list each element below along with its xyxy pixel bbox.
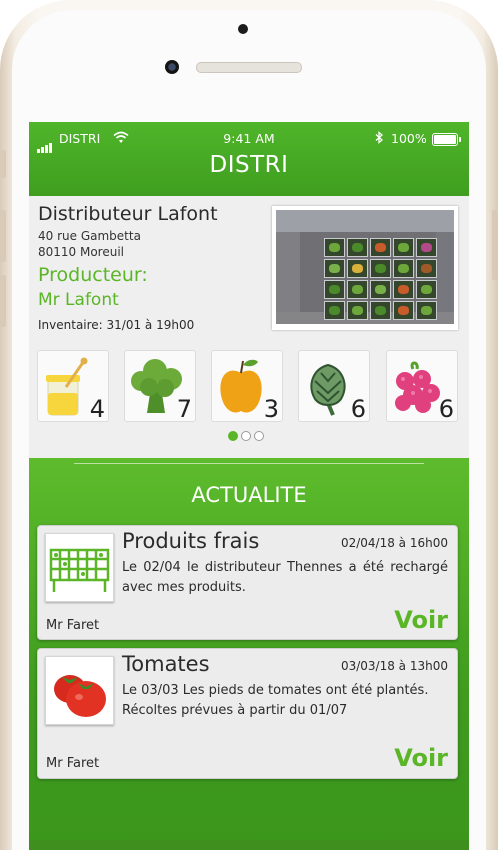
- card-text: Le 03/03 Les pieds de tomates ont été pl…: [122, 681, 448, 721]
- battery-icon: [432, 133, 461, 146]
- card-author: Mr Faret: [46, 756, 100, 771]
- distributor-name: Distributeur Lafont: [38, 203, 218, 225]
- news-section: ACTUALITE Produits frais 02/04/18 à 16h0…: [29, 458, 469, 850]
- raspberry-icon: [395, 361, 440, 413]
- product-count: 6: [438, 395, 454, 423]
- inventory-date: Inventaire: 31/01 à 19h00: [38, 318, 195, 332]
- card-icon-frame: [45, 656, 114, 725]
- app-title: DISTRI: [209, 152, 289, 178]
- producer-label: Producteur:: [38, 264, 148, 286]
- distributor-photo[interactable]: [272, 206, 458, 330]
- news-card[interactable]: Tomates 03/03/18 à 13h00 Le 03/03 Les pi…: [37, 648, 458, 779]
- product-count: 4: [89, 395, 105, 423]
- product-count: 7: [176, 395, 192, 423]
- vending-machine-icon: [49, 548, 110, 592]
- producer-name[interactable]: Mr Lafont: [38, 290, 119, 310]
- bluetooth-icon: [375, 131, 383, 148]
- address-line-2: 80110 Moreuil: [38, 245, 125, 259]
- product-tile-honey[interactable]: 4: [37, 350, 109, 423]
- carousel-dot[interactable]: [228, 431, 238, 441]
- product-count: 6: [350, 395, 366, 423]
- artichoke-icon: [310, 363, 346, 416]
- product-tile-raspberry[interactable]: 6: [386, 350, 458, 423]
- voir-button[interactable]: Voir: [394, 744, 448, 772]
- card-title: Tomates: [122, 652, 210, 676]
- front-camera-icon: [165, 60, 179, 74]
- power-button: [492, 210, 498, 280]
- tomato-icon: [54, 675, 106, 717]
- section-divider: [74, 463, 424, 464]
- card-date: 03/03/18 à 13h00: [340, 659, 448, 673]
- card-icon-frame: [45, 533, 114, 602]
- app-header: DISTRI 9:41 AM 100% DISTRI: [29, 122, 469, 196]
- proximity-sensor: [238, 24, 248, 34]
- apple-icon: [220, 359, 262, 413]
- battery-percent: 100%: [391, 131, 427, 146]
- product-count: 3: [263, 395, 279, 423]
- product-tile-broccoli[interactable]: 7: [124, 350, 196, 423]
- card-text-line: Le 03/03 Les pieds de tomates ont été pl…: [122, 683, 429, 698]
- card-title: Produits frais: [122, 529, 260, 553]
- app-screen: DISTRI 9:41 AM 100% DISTRI Distributeur …: [29, 122, 469, 850]
- product-tile-apple[interactable]: 3: [211, 350, 283, 423]
- volume-down-button: [0, 275, 6, 327]
- address-line-1: 40 rue Gambetta: [38, 229, 141, 243]
- mute-switch: [0, 150, 6, 178]
- tab-bar: [29, 840, 469, 850]
- earpiece-speaker: [196, 62, 302, 73]
- card-date: 02/04/18 à 16h00: [340, 536, 448, 550]
- product-tile-artichoke[interactable]: 6: [298, 350, 370, 423]
- card-author: Mr Faret: [46, 618, 100, 633]
- carousel-dot[interactable]: [254, 431, 264, 441]
- voir-button[interactable]: Voir: [394, 606, 448, 634]
- carousel-dot[interactable]: [241, 431, 251, 441]
- volume-up-button: [0, 210, 6, 262]
- card-text-line: Récoltes prévues à partir du 01/07: [122, 703, 348, 718]
- news-card[interactable]: Produits frais 02/04/18 à 16h00 Le 02/04…: [37, 525, 458, 640]
- section-title: ACTUALITE: [191, 483, 307, 507]
- honey-jar-icon: [46, 357, 88, 416]
- card-text: Le 02/04 le distributeur Thennes a été r…: [122, 560, 448, 595]
